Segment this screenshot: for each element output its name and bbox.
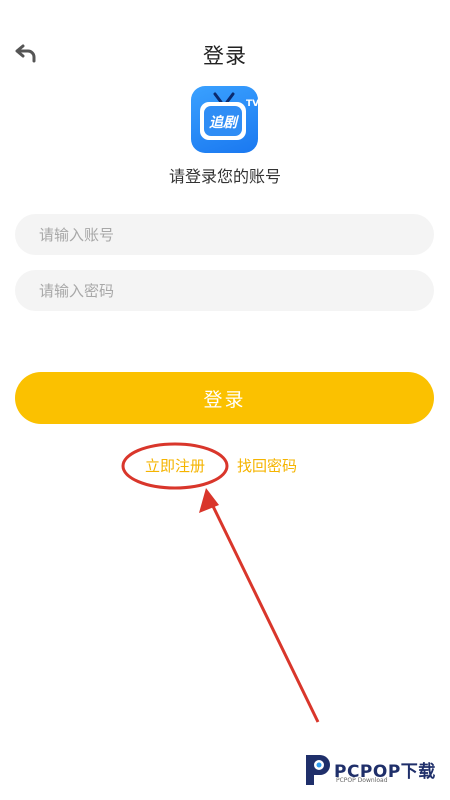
account-input[interactable]: [15, 214, 434, 255]
login-subtitle: 请登录您的账号: [168, 167, 281, 186]
login-button[interactable]: 登录: [15, 372, 434, 424]
page-title: 登录: [203, 44, 247, 68]
register-link[interactable]: 立即注册: [145, 455, 205, 476]
annotation-arrow-shaft: [208, 499, 320, 723]
app-logo: TV 追剧: [191, 86, 258, 153]
password-input[interactable]: [15, 270, 434, 311]
svg-text:TV: TV: [246, 99, 258, 109]
logo-text: 追剧: [209, 114, 240, 131]
watermark-tagline: PCPOP Download: [336, 777, 388, 784]
forgot-password-link[interactable]: 找回密码: [237, 455, 297, 476]
watermark-logo-icon: [306, 755, 330, 785]
tv-app-logo-icon: TV 追剧: [200, 92, 258, 140]
annotation-arrow-head: [199, 488, 219, 513]
